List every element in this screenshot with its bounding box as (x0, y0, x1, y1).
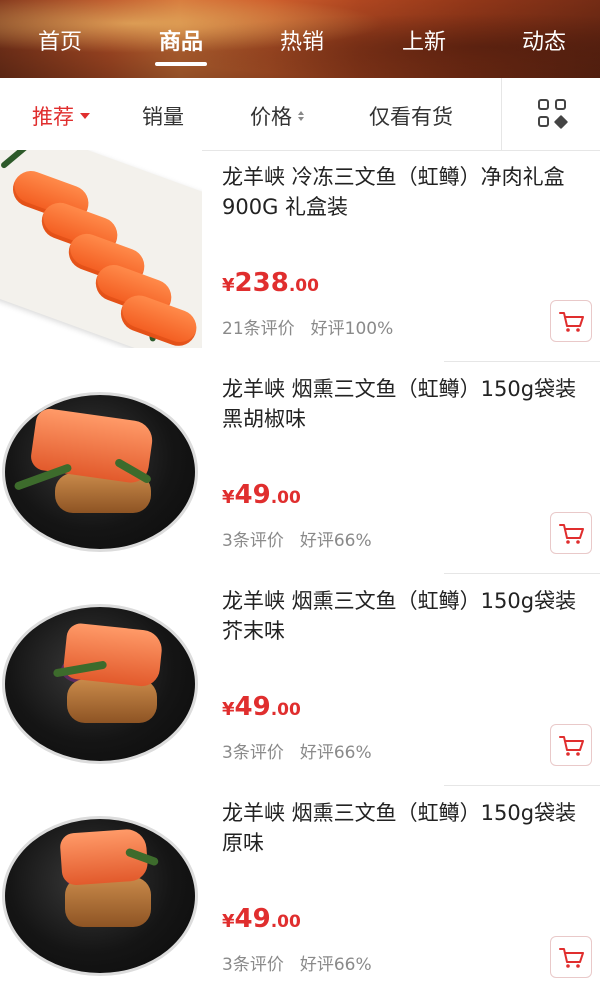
active-tab-indicator (155, 62, 207, 66)
product-item[interactable]: 龙羊峡 冷冻三文鱼（虹鳟）净肉礼盒 900G 礼盒装 ¥238.00 21条评价… (0, 150, 600, 362)
tab-updates[interactable]: 动态 (494, 24, 594, 56)
product-title[interactable]: 龙羊峡 烟熏三文鱼（虹鳟）150g袋装 原味 (222, 798, 582, 858)
filter-sales[interactable]: 销量 (142, 101, 184, 131)
cart-icon (559, 524, 584, 544)
add-to-cart-button[interactable] (550, 936, 592, 978)
cart-icon (559, 948, 584, 968)
add-to-cart-button[interactable] (550, 724, 592, 766)
top-banner-nav: 首页 商品 热销 上新 动态 (0, 0, 600, 78)
filter-bar: 推荐 销量 价格 仅看有货 (0, 78, 600, 151)
filter-price-label: 价格 (250, 105, 292, 129)
cart-icon (559, 312, 584, 332)
filter-in-stock[interactable]: 仅看有货 (369, 101, 453, 131)
good-rate: 好评66% (299, 955, 372, 975)
add-to-cart-button[interactable] (550, 512, 592, 554)
review-count: 3条评价 (222, 531, 284, 551)
product-price: ¥49.00 (222, 692, 301, 722)
product-price: ¥49.00 (222, 480, 301, 510)
filter-price[interactable]: 价格 (250, 101, 304, 131)
good-rate: 好评100% (310, 319, 394, 339)
product-review-stats: 3条评价 好评66% (222, 738, 388, 763)
product-item[interactable]: 龙羊峡 烟熏三文鱼（虹鳟）150g袋装 原味 ¥49.00 3条评价 好评66% (0, 786, 600, 998)
tab-products[interactable]: 商品 (131, 24, 231, 56)
cart-icon (559, 736, 584, 756)
review-count: 21条评价 (222, 319, 295, 339)
caret-down-icon (80, 113, 90, 119)
grid-layout-icon[interactable] (538, 99, 570, 131)
filter-recommend-label: 推荐 (32, 105, 74, 129)
review-count: 3条评价 (222, 955, 284, 975)
product-price: ¥238.00 (222, 268, 319, 298)
tab-hot-sales[interactable]: 热销 (252, 24, 352, 56)
product-image[interactable] (0, 574, 202, 772)
sort-arrows-icon (298, 111, 304, 121)
product-review-stats: 3条评价 好评66% (222, 950, 388, 975)
product-review-stats: 21条评价 好评100% (222, 314, 409, 339)
filter-divider (501, 78, 502, 150)
good-rate: 好评66% (299, 743, 372, 763)
product-title[interactable]: 龙羊峡 烟熏三文鱼（虹鳟）150g袋装 芥末味 (222, 586, 582, 646)
add-to-cart-button[interactable] (550, 300, 592, 342)
product-item[interactable]: 龙羊峡 烟熏三文鱼（虹鳟）150g袋装 黑胡椒味 ¥49.00 3条评价 好评66… (0, 362, 600, 574)
product-item[interactable]: 龙羊峡 烟熏三文鱼（虹鳟）150g袋装 芥末味 ¥49.00 3条评价 好评66% (0, 574, 600, 786)
tab-home[interactable]: 首页 (10, 24, 110, 56)
product-image[interactable] (0, 362, 202, 560)
review-count: 3条评价 (222, 743, 284, 763)
product-image[interactable] (0, 150, 202, 348)
product-title[interactable]: 龙羊峡 烟熏三文鱼（虹鳟）150g袋装 黑胡椒味 (222, 374, 582, 434)
product-review-stats: 3条评价 好评66% (222, 526, 388, 551)
tab-new-arrivals[interactable]: 上新 (374, 24, 474, 56)
filter-recommend[interactable]: 推荐 (32, 101, 90, 131)
good-rate: 好评66% (299, 531, 372, 551)
product-title[interactable]: 龙羊峡 冷冻三文鱼（虹鳟）净肉礼盒 900G 礼盒装 (222, 162, 582, 222)
product-price: ¥49.00 (222, 904, 301, 934)
product-image[interactable] (0, 786, 202, 984)
